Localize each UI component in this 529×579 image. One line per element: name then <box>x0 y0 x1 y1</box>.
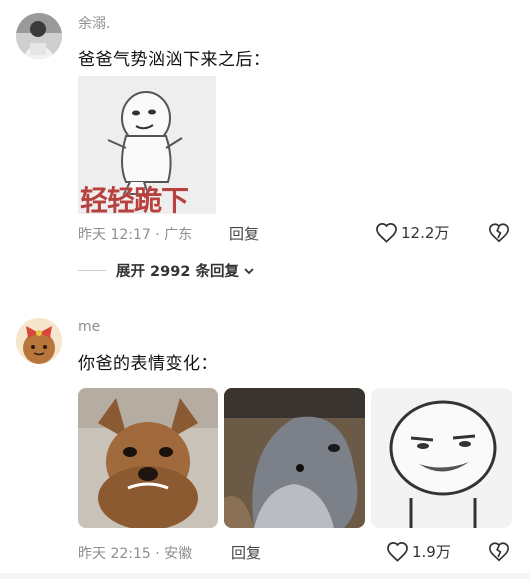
like-button[interactable]: 12.2万 <box>375 222 449 243</box>
avatar-user-2[interactable] <box>16 318 62 364</box>
like-count: 12.2万 <box>401 224 450 242</box>
meme-image-sketch[interactable] <box>371 388 512 528</box>
broken-heart-icon <box>489 223 509 243</box>
heart-icon <box>387 542 408 562</box>
comment-location: · 广东 <box>155 227 193 243</box>
like-count: 1.9万 <box>412 543 451 561</box>
username[interactable]: 余溺. <box>78 13 110 33</box>
expand-divider <box>78 270 106 271</box>
meme-image-dog[interactable] <box>78 388 218 528</box>
dislike-button[interactable] <box>488 222 510 247</box>
otter-photo <box>224 388 365 528</box>
expand-replies[interactable]: 展开 2992 条回复 <box>78 260 256 281</box>
meme-image-kneel[interactable]: 轻轻跪下 <box>78 76 216 214</box>
chevron-down-icon <box>244 267 254 274</box>
comment-time: 昨天 22:15 <box>78 546 151 562</box>
reply-button[interactable]: 回复 <box>229 223 259 244</box>
meme-caption: 轻轻跪下 <box>80 184 189 214</box>
broken-heart-icon <box>489 542 509 562</box>
heart-icon <box>376 223 397 243</box>
dislike-button[interactable] <box>488 541 510 566</box>
expand-replies-label: 展开 2992 条回复 <box>116 264 239 280</box>
like-button[interactable]: 1.9万 <box>386 541 451 562</box>
dog-photo <box>78 388 218 528</box>
avatar-user-1[interactable] <box>16 13 62 59</box>
meme-image-otter[interactable] <box>224 388 365 528</box>
comment-meta: 昨天 12:17 · 广东 <box>78 224 192 244</box>
sketch-drawing <box>371 388 512 528</box>
reply-button[interactable]: 回复 <box>231 542 261 563</box>
username[interactable]: me <box>78 319 100 335</box>
comment-time: 昨天 12:17 <box>78 227 151 243</box>
bottom-divider <box>0 573 529 579</box>
comment-text: 爸爸气势汹汹下来之后： <box>78 50 271 70</box>
avatar-gingerbread <box>16 318 62 364</box>
comment-text: 你爸的表情变化： <box>78 354 218 374</box>
avatar-photo <box>16 13 62 59</box>
comment-location: · 安徽 <box>155 546 193 562</box>
comment-meta: 昨天 22:15 · 安徽 <box>78 543 192 563</box>
